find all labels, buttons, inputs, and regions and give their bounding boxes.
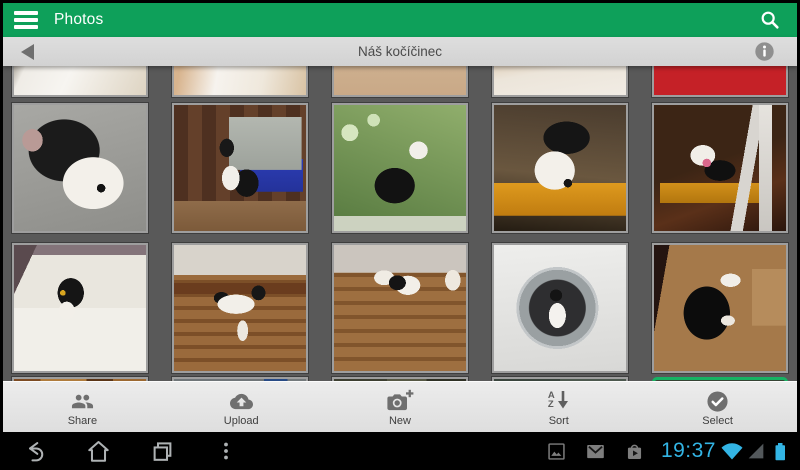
grid-row-1 <box>3 66 797 97</box>
screenshot-icon <box>546 441 567 462</box>
photo-thumbnail[interactable] <box>332 66 468 97</box>
share-label: Share <box>68 415 97 427</box>
share-people-icon <box>69 390 96 413</box>
nav-back-button[interactable] <box>20 437 48 465</box>
upload-label: Upload <box>224 415 259 427</box>
upload-button[interactable]: Upload <box>162 382 321 432</box>
app-bar: Photos <box>3 3 797 37</box>
clock: 19:37 <box>661 439 716 463</box>
info-button[interactable] <box>754 41 775 62</box>
bottom-toolbar: Share Upload New <box>3 381 797 432</box>
album-header-bar: Náš kočíčinec <box>3 37 797 66</box>
photo-thumbnail[interactable] <box>12 66 148 97</box>
photo-thumbnail[interactable] <box>492 103 628 233</box>
photo-grid <box>3 66 797 381</box>
sort-az-icon: A Z <box>548 387 570 413</box>
app-title: Photos <box>54 11 103 29</box>
photo-thumbnail[interactable] <box>12 103 148 233</box>
sort-label: Sort <box>549 415 569 427</box>
select-button[interactable]: Select <box>638 382 797 432</box>
status-area: 19:37 <box>546 438 792 464</box>
photo-thumbnail[interactable] <box>172 243 308 373</box>
photo-thumbnail[interactable] <box>652 103 788 233</box>
nav-buttons <box>20 437 240 465</box>
photo-thumbnail[interactable] <box>492 66 628 97</box>
home-nav-icon <box>85 438 112 465</box>
new-button[interactable]: New <box>321 382 480 432</box>
sort-button[interactable]: A Z Sort <box>479 382 638 432</box>
photo-thumbnail[interactable] <box>12 243 148 373</box>
grid-row-2 <box>3 103 797 233</box>
check-circle-icon <box>706 390 729 413</box>
status-icons <box>720 438 792 464</box>
recents-nav-icon <box>149 438 176 465</box>
search-button[interactable] <box>753 3 787 37</box>
nav-recents-button[interactable] <box>148 437 176 465</box>
photo-thumbnail[interactable] <box>332 243 468 373</box>
photo-thumbnail[interactable] <box>652 243 788 373</box>
grid-row-3 <box>3 243 797 373</box>
signal-icon <box>745 440 767 462</box>
battery-icon <box>768 438 792 464</box>
album-title: Náš kočíčinec <box>3 44 797 59</box>
menu-icon[interactable] <box>14 11 38 29</box>
nav-home-button[interactable] <box>84 437 112 465</box>
photo-thumbnail[interactable] <box>172 103 308 233</box>
cloud-upload-icon <box>228 390 255 413</box>
system-bar: 19:37 <box>0 432 800 470</box>
tablet-screen: Photos Náš kočíčinec <box>0 0 800 470</box>
notification-icons <box>546 441 645 462</box>
back-nav-icon <box>21 438 48 465</box>
photo-thumbnail[interactable] <box>332 103 468 233</box>
camera-plus-icon <box>386 389 414 413</box>
photo-thumbnail[interactable] <box>492 243 628 373</box>
overflow-menu-icon <box>214 439 238 463</box>
play-store-icon <box>624 441 645 462</box>
gmail-icon <box>585 441 606 462</box>
photo-thumbnail[interactable] <box>652 66 788 97</box>
nav-menu-button[interactable] <box>212 437 240 465</box>
select-label: Select <box>702 415 733 427</box>
sort-arrow-down-icon <box>556 389 570 412</box>
new-label: New <box>389 415 411 427</box>
wifi-icon <box>720 439 744 463</box>
photo-thumbnail[interactable] <box>172 66 308 97</box>
sort-letter-z: Z <box>548 400 555 410</box>
info-icon <box>754 41 775 62</box>
share-button[interactable]: Share <box>3 382 162 432</box>
search-icon <box>759 9 781 31</box>
